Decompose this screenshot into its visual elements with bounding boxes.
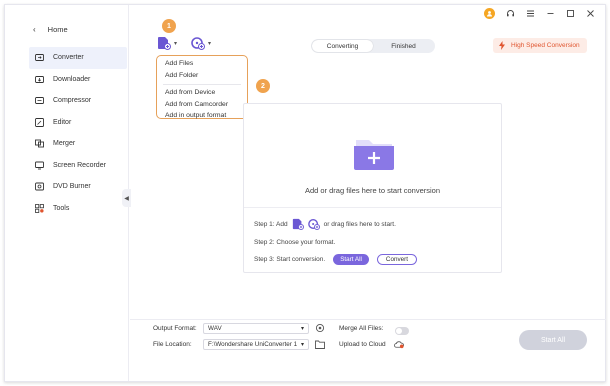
sidebar-item-label: Merger [53,140,76,148]
output-format-select[interactable]: WAV ▾ [203,323,309,334]
chevron-down-icon[interactable]: ▾ [208,40,211,47]
dvd-add-icon [191,37,205,50]
menu-item-add-from-camcorder[interactable]: Add from Camcorder [157,99,247,111]
downloader-icon [35,75,44,84]
add-file-icon[interactable] [292,218,304,230]
minimize-icon[interactable] [545,9,555,19]
close-icon[interactable] [585,9,595,19]
home-link[interactable]: ‹ Home [33,25,68,34]
sidebar-item-screen-recorder[interactable]: Screen Recorder [29,155,127,177]
step-3: Step 3: Start conversion. Start All Conv… [254,254,417,265]
chevron-left-icon: ‹ [33,25,36,34]
add-file-icon [158,37,171,50]
menu-item-add-folder[interactable]: Add Folder [157,70,247,82]
step-1-suffix: or drag files here to start. [323,220,396,228]
drop-hint: Add or drag files here to start conversi… [304,186,441,195]
sidebar-item-dvd-burner[interactable]: DVD Burner [29,176,127,198]
high-speed-label: High Speed Conversion [511,42,580,49]
add-folder-icon[interactable] [352,134,396,174]
sidebar-item-converter[interactable]: Converter [29,47,127,69]
bottom-divider [130,319,606,320]
dvd-add-icon[interactable] [307,218,320,230]
maximize-icon[interactable] [565,9,575,19]
avatar[interactable] [484,8,495,19]
output-format-value: WAV [208,325,222,332]
menu-item-add-files[interactable]: Add Files [157,58,247,70]
chevron-down-icon: ▾ [300,342,304,348]
lightning-icon [499,41,505,50]
tools-icon [35,203,44,213]
chevron-down-icon: ▾ [300,326,304,332]
menu-item-add-from-device[interactable]: Add from Device [157,87,247,99]
sidebar-item-label: Screen Recorder [53,161,106,169]
add-files-button[interactable]: ▾ [157,36,177,50]
sidebar: ‹ Home Converter Downloader Compressor E… [5,5,131,381]
merge-all-label: Merge All Files: [339,325,384,332]
sidebar-item-tools[interactable]: Tools [29,198,127,220]
chevron-down-icon[interactable]: ▾ [174,40,177,47]
app-window: ‹ Home Converter Downloader Compressor E… [4,4,606,382]
sidebar-item-label: Converter [53,54,84,62]
sidebar-item-editor[interactable]: Editor [29,112,127,134]
output-format-label: Output Format: [153,325,197,332]
upload-to-cloud-label: Upload to Cloud [339,341,386,348]
add-files-dropdown-menu: Add Files Add Folder Add from Device Add… [156,55,248,119]
file-location-select[interactable]: F:\Wondershare UniConverter 1 ▾ [203,339,309,350]
menu-icon[interactable] [525,9,535,19]
sidebar-item-label: Tools [53,204,70,212]
step-badge-1: 1 [162,19,176,33]
add-from-screen-button[interactable]: ▾ [191,36,211,50]
folder-icon[interactable] [315,339,325,349]
start-all-pill[interactable]: Start All [333,254,369,265]
sidebar-item-label: Compressor [53,97,92,105]
step-2: Step 2: Choose your format. [254,239,336,246]
headset-icon[interactable] [505,9,515,19]
sidebar-item-compressor[interactable]: Compressor [29,90,127,112]
convert-pill[interactable]: Convert [376,254,417,265]
tab-switcher: Converting Finished [311,39,435,53]
sidebar-item-label: Editor [53,118,72,126]
file-location-value: F:\Wondershare UniConverter 1 [208,341,298,348]
converter-icon [35,53,44,62]
step-badge-2: 2 [256,79,270,93]
compressor-icon [35,96,44,105]
high-speed-conversion-button[interactable]: High Speed Conversion [493,38,587,53]
step-3-text: Step 3: Start conversion. [254,256,326,263]
settings-icon[interactable] [315,323,325,333]
sidebar-item-downloader[interactable]: Downloader [29,69,127,91]
divider [244,207,501,208]
menu-divider [163,84,241,85]
tab-finished[interactable]: Finished [373,40,434,52]
sidebar-item-label: Downloader [53,75,91,83]
menu-item-add-in-output-format[interactable]: Add in output format [157,110,247,122]
dvd-burner-icon [35,182,44,191]
file-drop-area[interactable]: Add or drag files here to start conversi… [243,103,502,273]
file-location-label: File Location: [153,341,192,348]
cloud-icon[interactable] [394,339,404,349]
sidebar-nav: Converter Downloader Compressor Editor M… [29,47,127,219]
home-label: Home [47,25,68,34]
step-1-prefix: Step 1: Add [254,220,288,228]
title-bar-controls [484,8,595,19]
step-1: Step 1: Add or drag files here to start. [254,218,396,230]
screen-recorder-icon [35,161,44,170]
merge-all-toggle[interactable] [395,327,409,335]
collapse-sidebar-button[interactable]: ◀ [122,189,131,207]
editor-icon [35,117,44,127]
merger-icon [35,139,44,148]
sidebar-item-merger[interactable]: Merger [29,133,127,155]
tab-converting[interactable]: Converting [312,40,373,52]
start-all-button[interactable]: Start All [519,330,587,350]
chevron-left-icon: ◀ [124,195,129,202]
sidebar-item-label: DVD Burner [53,183,91,191]
user-icon [487,11,492,17]
